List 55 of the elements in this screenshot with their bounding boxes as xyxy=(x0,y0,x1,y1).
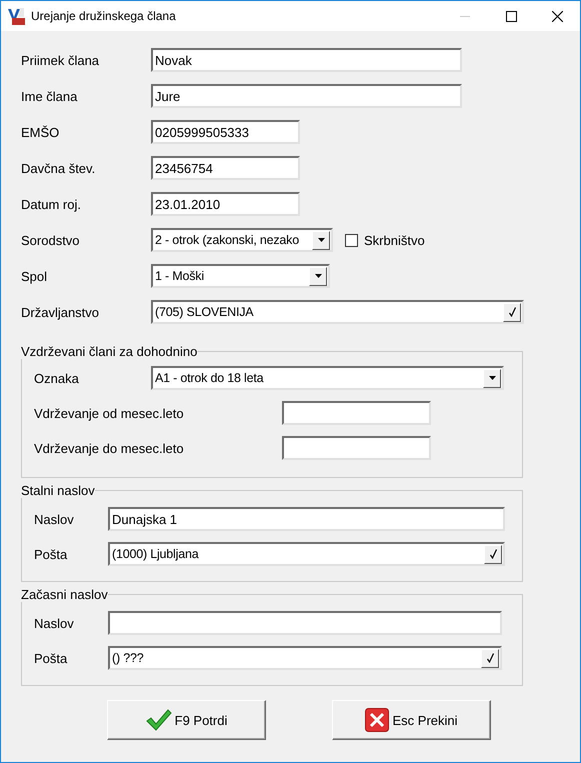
field-label: Sorodstvo xyxy=(21,232,81,248)
caret-icon xyxy=(314,274,322,278)
dropdown-button[interactable] xyxy=(312,230,330,250)
text-field[interactable] xyxy=(282,436,431,460)
field-label: Pošta xyxy=(34,650,68,666)
dropdown-button[interactable] xyxy=(309,266,327,286)
field-label: Spol xyxy=(21,268,48,284)
text-field[interactable] xyxy=(108,611,502,635)
field-label: Datum roj. xyxy=(21,196,82,212)
dropdown-field[interactable]: 1 - Moški xyxy=(151,264,330,288)
text-field[interactable]: Jure xyxy=(151,84,462,108)
caret-icon xyxy=(318,238,324,242)
lookup-button[interactable] xyxy=(484,544,502,564)
maximize-icon xyxy=(506,10,516,22)
field-label: Vdrževanje do mesec.leto xyxy=(34,440,185,456)
window-title: Urejanje družinskega člana xyxy=(31,9,177,23)
dropdown-button[interactable] xyxy=(483,368,501,388)
confirm-button[interactable]: F9 Potrdi xyxy=(107,700,266,740)
lookup-button[interactable] xyxy=(481,648,499,668)
text-field[interactable]: 23.01.2010 xyxy=(151,192,300,216)
check-icon xyxy=(490,549,496,559)
check-icon xyxy=(146,709,172,731)
check-icon xyxy=(508,307,516,317)
close-icon xyxy=(365,708,390,732)
field-label: Vdrževanje od mesec.leto xyxy=(34,406,185,420)
field-label: Oznaka xyxy=(34,370,80,386)
text-field[interactable]: Dunajska 1 xyxy=(108,507,505,531)
check-icon xyxy=(486,653,494,663)
dropdown-field[interactable]: A1 - otrok do 18 leta xyxy=(151,366,504,390)
field-label: Ime člana xyxy=(21,88,78,104)
field-label: EMŠO xyxy=(21,124,60,140)
dropdown-field[interactable]: 2 - otrok (zakonski, nezako xyxy=(151,228,333,252)
close-icon xyxy=(552,10,562,22)
text-field[interactable]: 0205999505333 xyxy=(151,120,300,144)
caret-icon xyxy=(488,376,496,380)
text-field[interactable] xyxy=(282,401,431,425)
cancel-button[interactable]: Esc Prekini xyxy=(332,700,491,740)
checkbox-label: Skrbništvo xyxy=(364,232,425,248)
lookup-field[interactable]: () ??? xyxy=(108,646,502,670)
text-field[interactable]: Novak xyxy=(151,48,462,72)
field-label: Naslov xyxy=(34,616,75,630)
lookup-field[interactable]: (705) SLOVENIJA xyxy=(151,300,524,324)
lookup-field[interactable]: (1000) Ljubljana xyxy=(108,542,505,566)
group-title: Začasni naslov xyxy=(21,587,108,602)
field-label: Davčna štev. xyxy=(21,160,96,176)
field-label: Priimek člana xyxy=(21,52,100,68)
field-label: Naslov xyxy=(34,512,75,526)
group-title: Stalni naslov xyxy=(21,483,95,498)
field-label: Pošta xyxy=(34,546,68,562)
app-logo-icon xyxy=(7,7,25,25)
lookup-button[interactable] xyxy=(503,302,521,322)
group-title: Vzdrževani člani za dohodnino xyxy=(21,344,198,359)
checkbox[interactable] xyxy=(345,234,358,246)
field-label: Državljanstvo xyxy=(21,304,100,320)
text-field[interactable]: 23456754 xyxy=(151,156,300,180)
